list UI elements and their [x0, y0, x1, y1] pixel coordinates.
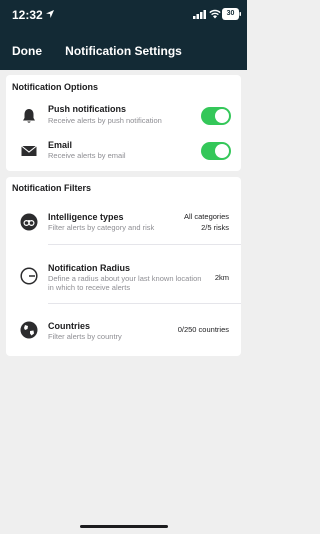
email-row: Email Receive alerts by email — [6, 136, 241, 166]
intelligence-types-subtitle: Filter alerts by category and risk — [48, 223, 155, 232]
countries-value: 0/250 countries — [177, 325, 229, 334]
divider — [48, 303, 241, 304]
countries-row[interactable]: Countries Filter alerts by country 0/250… — [6, 307, 241, 351]
status-bar: 12:32 30 — [0, 0, 247, 30]
section-title-options: Notification Options — [12, 82, 98, 92]
notification-options-card: Notification Options Push notifications … — [6, 75, 241, 171]
notification-radius-value: 2km — [214, 273, 229, 282]
push-notifications-row: Push notifications Receive alerts by pus… — [6, 99, 241, 133]
notification-radius-subtitle-line2: in which to receive alerts — [48, 283, 131, 292]
email-subtitle: Receive alerts by email — [48, 151, 126, 160]
notification-radius-row[interactable]: Notification Radius Define a radius abou… — [6, 247, 241, 301]
notification-filters-card: Notification Filters Intelligence types … — [6, 177, 241, 356]
location-arrow-icon — [46, 10, 54, 18]
intelligence-types-title: Intelligence types — [48, 212, 124, 222]
countries-title: Countries — [48, 321, 91, 331]
intelligence-types-risks-value: 2/5 risks — [201, 223, 229, 232]
done-button[interactable]: Done — [12, 44, 42, 58]
toggle-knob — [215, 109, 229, 123]
status-time: 12:32 — [12, 8, 43, 22]
binoculars-icon — [20, 213, 38, 231]
push-notifications-title: Push notifications — [48, 104, 127, 114]
push-notifications-subtitle: Receive alerts by push notification — [48, 116, 162, 125]
bell-icon — [23, 109, 35, 123]
intelligence-types-categories-value: All categories — [183, 212, 229, 221]
section-title-filters: Notification Filters — [12, 183, 92, 193]
email-toggle[interactable] — [201, 142, 231, 160]
envelope-icon — [21, 145, 37, 156]
navigation-header: 12:32 30 Notification Settings Done — [0, 0, 247, 70]
cellular-signal-icon — [193, 10, 206, 19]
wifi-icon — [209, 9, 221, 19]
divider — [48, 244, 241, 245]
email-title: Email — [48, 140, 73, 150]
intelligence-types-row[interactable]: Intelligence types Filter alerts by cate… — [6, 201, 241, 243]
toggle-knob — [215, 144, 229, 158]
battery-level: 30 — [226, 10, 235, 17]
globe-icon — [20, 321, 38, 339]
countries-subtitle: Filter alerts by country — [48, 332, 122, 341]
home-indicator — [80, 525, 168, 528]
radius-icon — [20, 267, 38, 285]
notification-radius-title: Notification Radius — [48, 263, 131, 273]
push-notifications-toggle[interactable] — [201, 107, 231, 125]
